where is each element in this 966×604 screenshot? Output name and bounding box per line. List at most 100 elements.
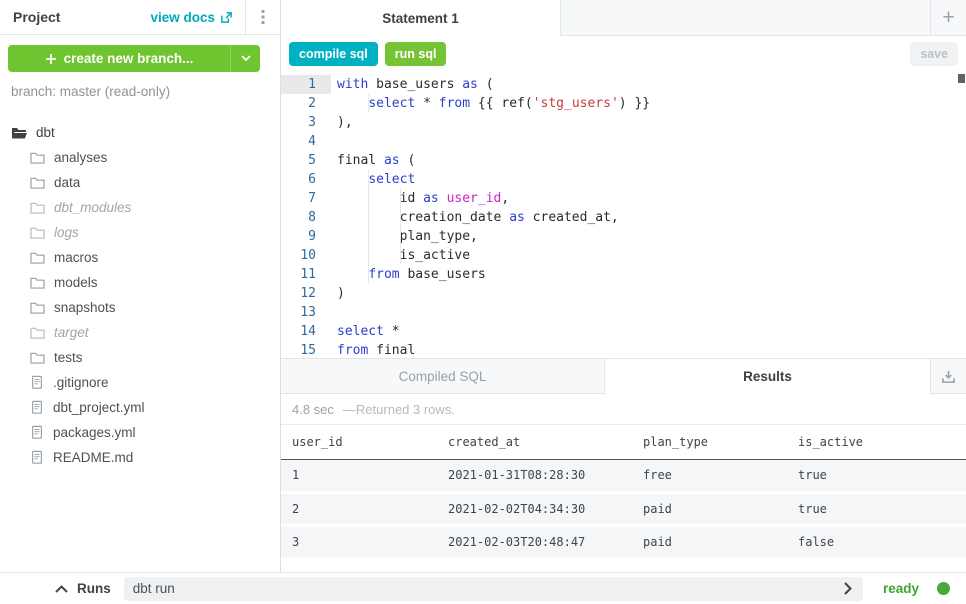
- create-branch-main: create new branch...: [8, 51, 230, 66]
- download-icon: [941, 369, 956, 384]
- code-line[interactable]: select * from {{ ref('stg_users') }}: [331, 94, 966, 113]
- folder-icon: [30, 176, 45, 189]
- column-header-created_at: created_at: [437, 425, 632, 459]
- tab-results[interactable]: Results: [605, 359, 930, 394]
- create-branch-label: create new branch...: [64, 51, 194, 66]
- code-line[interactable]: select *: [331, 322, 966, 341]
- tab-compiled-sql[interactable]: Compiled SQL: [281, 359, 605, 394]
- editor-code[interactable]: with base_users as ( select * from {{ re…: [331, 75, 966, 358]
- runs-submit-button[interactable]: [833, 582, 863, 595]
- line-number: 10: [281, 246, 331, 265]
- tree-folder-analyses[interactable]: analyses: [0, 145, 280, 170]
- tree-file-packages.yml[interactable]: packages.yml: [0, 420, 280, 445]
- line-number: 3: [281, 113, 331, 132]
- code-line[interactable]: final as (: [331, 151, 966, 170]
- code-line[interactable]: with base_users as (: [331, 75, 966, 94]
- table-cell: free: [632, 459, 787, 492]
- new-statement-tab-button[interactable]: +: [930, 0, 966, 35]
- line-number: 13: [281, 303, 331, 322]
- runs-command-input[interactable]: [124, 581, 833, 596]
- file-icon: [30, 425, 44, 440]
- code-line[interactable]: [331, 303, 966, 322]
- line-number: 9: [281, 227, 331, 246]
- tab-statement-1[interactable]: Statement 1: [281, 0, 561, 36]
- sql-editor[interactable]: 123456789101112131415 with base_users as…: [281, 72, 966, 358]
- branch-status: branch: master (read-only): [11, 84, 280, 99]
- open-folder-icon: [11, 126, 27, 140]
- table-cell: 3: [281, 525, 437, 558]
- rows-returned: —Returned 3 rows.: [343, 402, 455, 417]
- chevron-up-icon[interactable]: [55, 585, 68, 593]
- tree-item-label: dbt_project.yml: [53, 400, 145, 415]
- code-line[interactable]: id as user_id,: [331, 189, 966, 208]
- code-line[interactable]: select: [331, 170, 966, 189]
- line-number: 15: [281, 341, 331, 358]
- code-line[interactable]: plan_type,: [331, 227, 966, 246]
- line-number: 14: [281, 322, 331, 341]
- tree-file-dbt_project.yml[interactable]: dbt_project.yml: [0, 395, 280, 420]
- tree-folder-logs[interactable]: logs: [0, 220, 280, 245]
- line-number: 4: [281, 132, 331, 151]
- indent-guide: [400, 246, 401, 265]
- code-line[interactable]: from final: [331, 341, 966, 358]
- tree-item-label: macros: [54, 250, 98, 265]
- indent-guide: [368, 265, 369, 284]
- tree-folder-models[interactable]: models: [0, 270, 280, 295]
- download-results-button[interactable]: [930, 359, 966, 394]
- indent-guide: [400, 227, 401, 246]
- editor-scrollbar-thumb[interactable]: [958, 74, 965, 83]
- code-line[interactable]: ): [331, 284, 966, 303]
- folder-icon: [30, 326, 45, 339]
- tree-folder-tests[interactable]: tests: [0, 345, 280, 370]
- indent-guide: [368, 227, 369, 246]
- content-area: Project view docs create new branch...: [0, 0, 966, 572]
- tree-folder-target[interactable]: target: [0, 320, 280, 345]
- chevron-right-icon: [844, 582, 852, 595]
- compile-sql-button[interactable]: compile sql: [289, 42, 378, 66]
- branch-dropdown-caret[interactable]: [230, 45, 260, 72]
- code-line[interactable]: from base_users: [331, 265, 966, 284]
- indent-guide: [368, 189, 369, 208]
- external-link-icon: [220, 11, 233, 24]
- tree-item-label: models: [54, 275, 98, 290]
- file-icon: [30, 375, 44, 390]
- tree-folder-dbt_modules[interactable]: dbt_modules: [0, 195, 280, 220]
- indent-guide: [368, 208, 369, 227]
- sidebar-menu-button[interactable]: [245, 0, 280, 35]
- tree-folder-macros[interactable]: macros: [0, 245, 280, 270]
- run-sql-button[interactable]: run sql: [385, 42, 447, 66]
- project-title: Project: [0, 9, 60, 25]
- tree-file-.gitignore[interactable]: .gitignore: [0, 370, 280, 395]
- folder-icon: [30, 226, 45, 239]
- results-body: 12021-01-31T08:28:30freetrue22021-02-02T…: [281, 459, 966, 558]
- create-branch-button[interactable]: create new branch...: [8, 45, 260, 72]
- file-icon: [30, 400, 44, 415]
- folder-icon: [30, 201, 45, 214]
- tree-item-label: README.md: [53, 450, 133, 465]
- table-row: 32021-02-03T20:48:47paidfalse: [281, 525, 966, 558]
- table-cell: 2021-01-31T08:28:30: [437, 459, 632, 492]
- code-line[interactable]: is_active: [331, 246, 966, 265]
- sidebar-header: Project view docs: [0, 0, 280, 35]
- folder-icon: [30, 301, 45, 314]
- tree-item-label: tests: [54, 350, 83, 365]
- code-line[interactable]: [331, 132, 966, 151]
- statement-tabbar: Statement 1 +: [281, 0, 966, 36]
- view-docs-label: view docs: [150, 10, 215, 25]
- tree-item-label: snapshots: [54, 300, 116, 315]
- results-tabbar: Compiled SQL Results: [281, 358, 966, 394]
- code-line[interactable]: ),: [331, 113, 966, 132]
- tree-root-dbt[interactable]: dbt: [0, 120, 280, 145]
- line-number: 7: [281, 189, 331, 208]
- tree-folder-snapshots[interactable]: snapshots: [0, 295, 280, 320]
- file-tree: dbtanalysesdatadbt_moduleslogs macros mode…: [0, 120, 280, 470]
- kebab-menu-icon: [261, 9, 265, 25]
- table-cell: false: [787, 525, 966, 558]
- view-docs-link[interactable]: view docs: [150, 10, 245, 25]
- table-cell: 1: [281, 459, 437, 492]
- code-line[interactable]: creation_date as created_at,: [331, 208, 966, 227]
- table-cell: true: [787, 459, 966, 492]
- tree-file-README.md[interactable]: README.md: [0, 445, 280, 470]
- tree-folder-data[interactable]: data: [0, 170, 280, 195]
- save-button[interactable]: save: [910, 42, 958, 66]
